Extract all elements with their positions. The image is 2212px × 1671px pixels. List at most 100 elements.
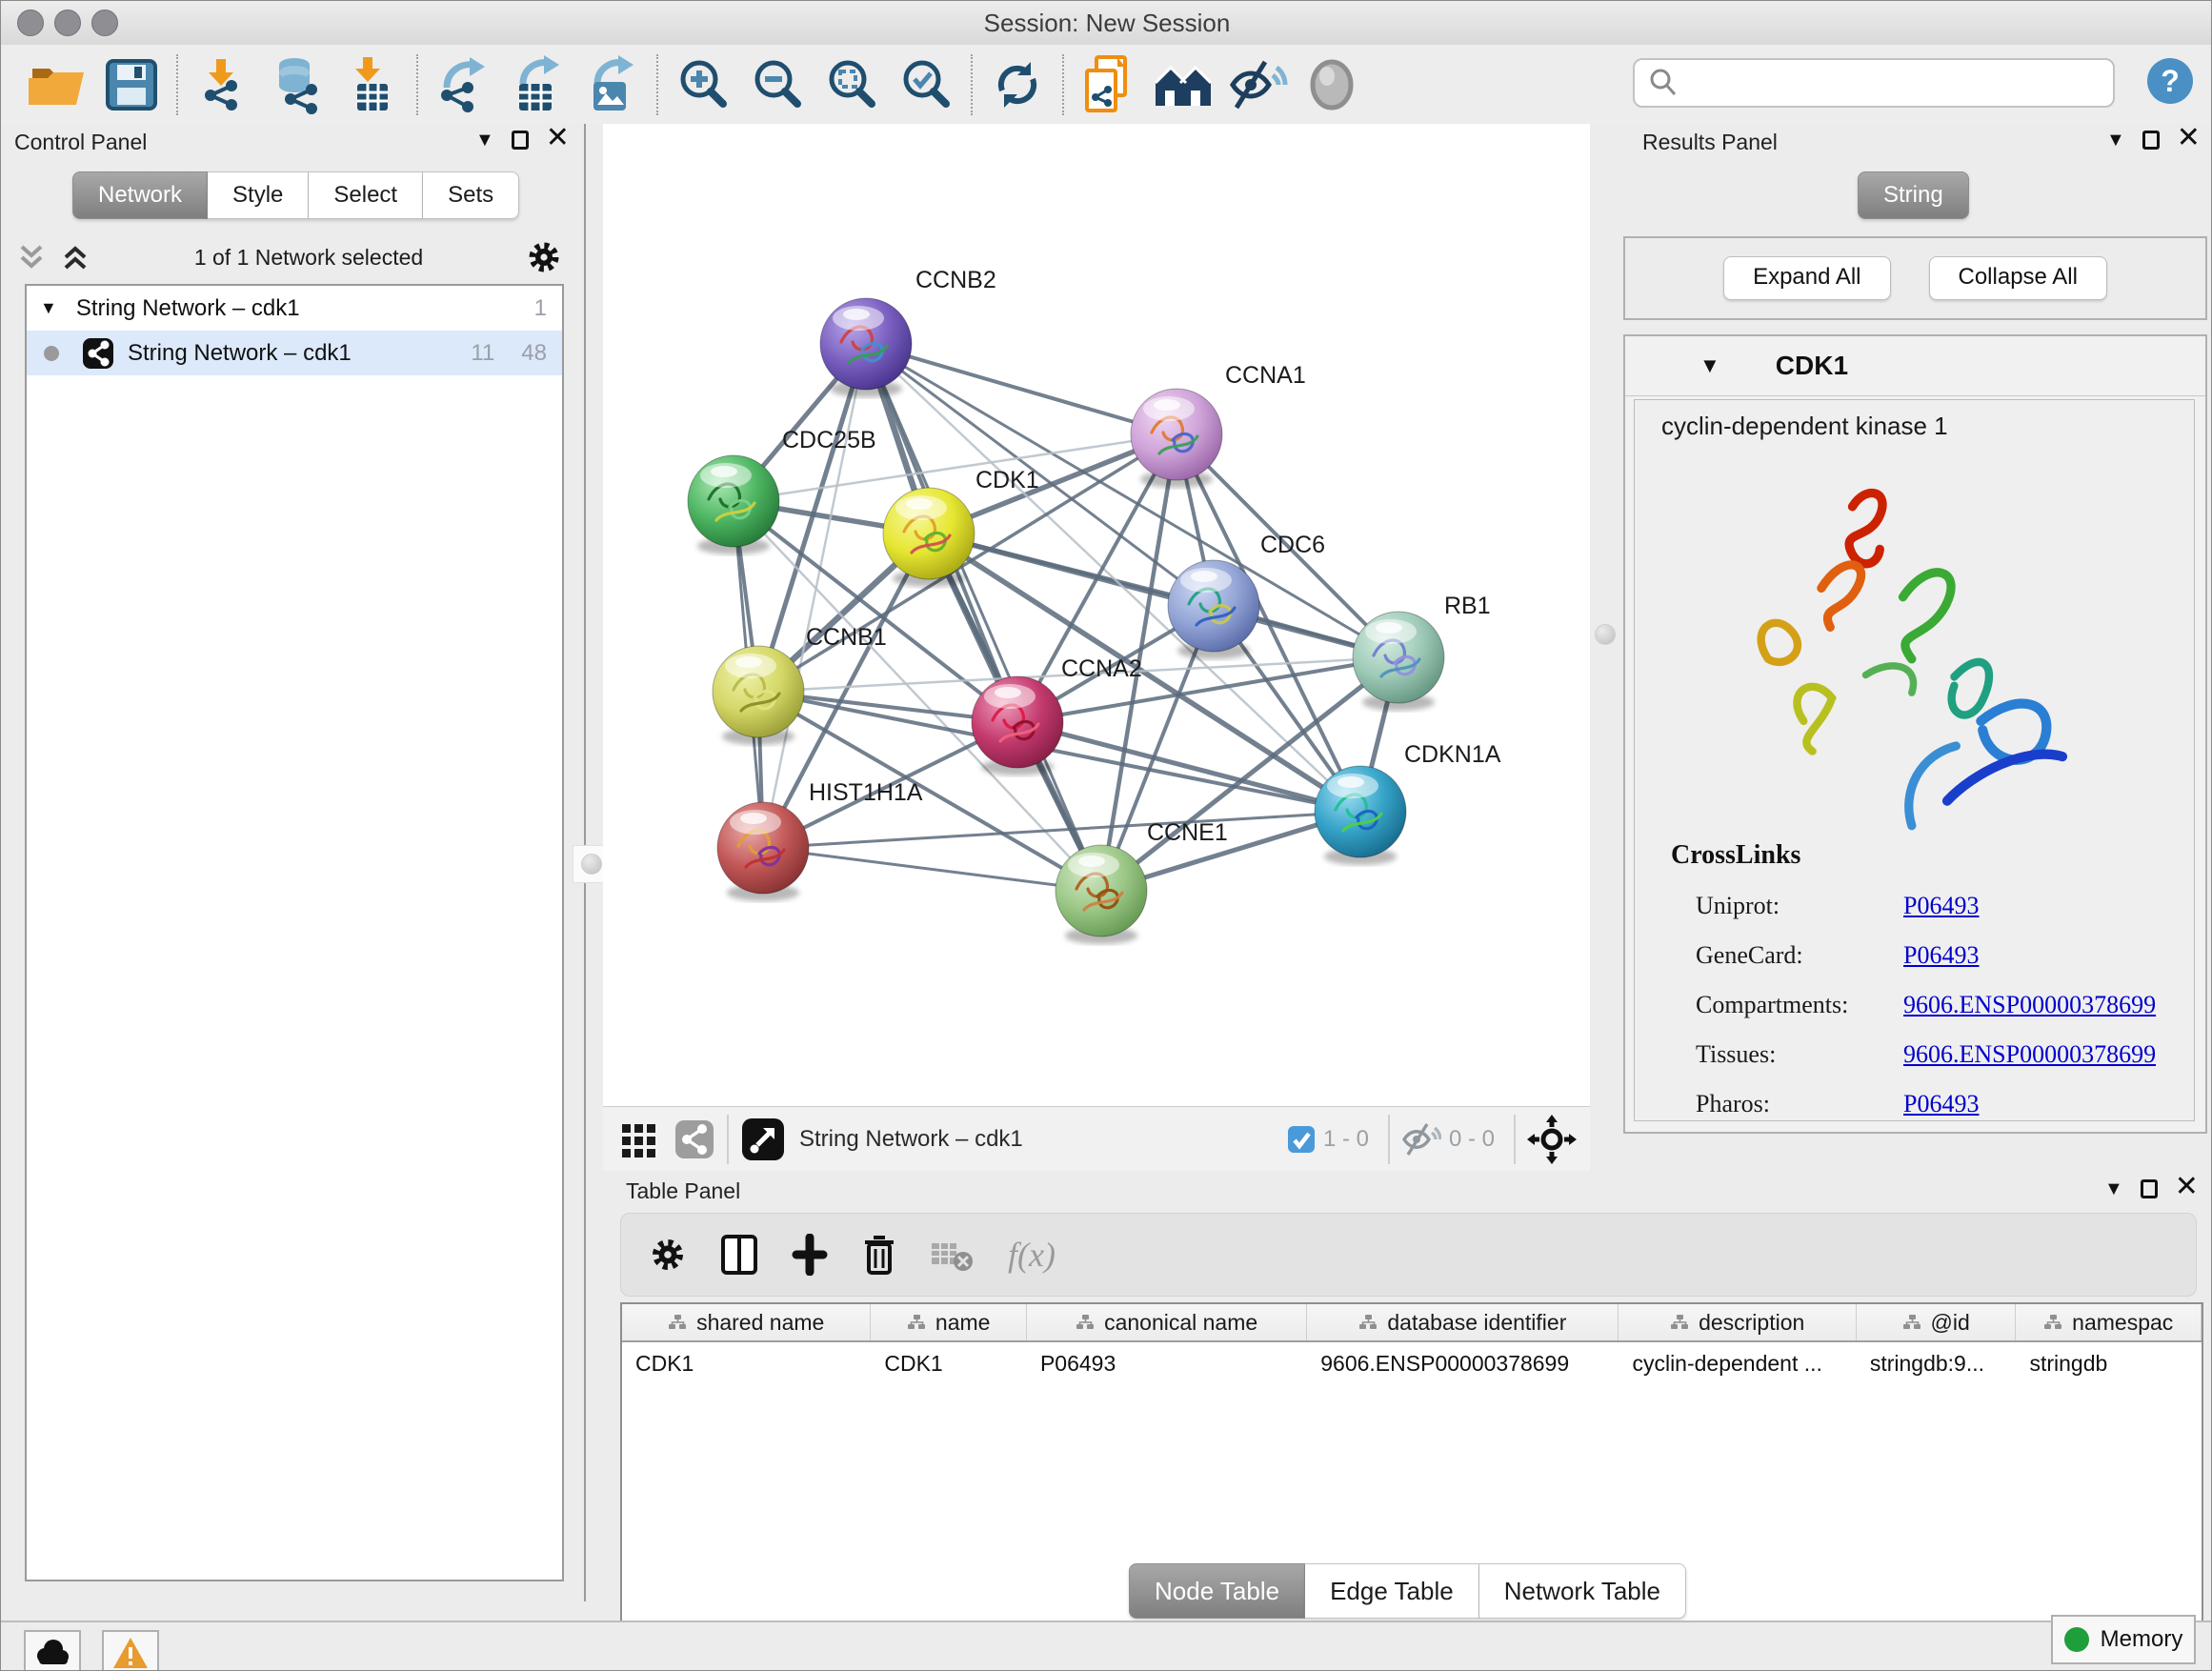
cloud-status-button[interactable] — [24, 1630, 81, 1671]
close-panel-icon[interactable]: ✕ — [2177, 124, 2201, 152]
column-header--id[interactable]: @id — [1857, 1304, 2017, 1340]
import-table-button[interactable] — [334, 51, 409, 118]
hide-selected-button[interactable] — [1220, 51, 1295, 118]
tab-string[interactable]: String — [1858, 171, 1969, 219]
export-image-button[interactable] — [574, 51, 649, 118]
crosslink-value-link[interactable]: P06493 — [1903, 941, 1979, 970]
table-cell[interactable]: P06493 — [1027, 1342, 1307, 1384]
show-column-button[interactable] — [720, 1234, 758, 1276]
edge-HIST1H1A-CCNE1[interactable] — [763, 848, 1101, 891]
collection-expand-triangle-icon[interactable]: ▼ — [40, 298, 57, 318]
float-panel-icon[interactable]: ▼ — [475, 131, 494, 150]
tab-style[interactable]: Style — [208, 171, 309, 219]
gene-name: CDK1 — [1776, 351, 1848, 381]
crosslink-value-link[interactable]: P06493 — [1903, 892, 1979, 920]
table-cell[interactable]: CDK1 — [871, 1342, 1027, 1384]
float-panel-icon[interactable]: ▼ — [2104, 1179, 2123, 1198]
create-column-button[interactable] — [791, 1234, 829, 1276]
selected-checkbox-icon[interactable] — [1287, 1125, 1316, 1154]
section-collapse-triangle-icon[interactable]: ▼ — [1699, 353, 1720, 378]
help-button[interactable]: ? — [2145, 56, 2195, 106]
network-graph[interactable]: CCNB2CCNA1CDC25BCDK1CDC6RB1CCNB1CCNA2CDK… — [603, 124, 1590, 1106]
zoom-in-button[interactable] — [666, 51, 740, 118]
edge-CCNA2-CDKN1A[interactable] — [1017, 722, 1360, 812]
fit-selected-button[interactable] — [889, 51, 963, 118]
edge-CCNB2-CCNE1[interactable] — [866, 344, 1101, 891]
function-builder-button[interactable]: f(x) — [1008, 1235, 1056, 1275]
splitter-handle-right[interactable] — [1587, 616, 1623, 653]
crosslink-row: Tissues:9606.ENSP00000378699 — [1671, 1040, 2156, 1069]
node-CCNB2[interactable]: CCNB2 — [820, 267, 996, 397]
import-network-file-button[interactable] — [186, 51, 260, 118]
expand-all-button[interactable]: Expand All — [1723, 256, 1890, 300]
tab-network-table[interactable]: Network Table — [1479, 1563, 1686, 1619]
network-row[interactable]: String Network – cdk1 11 48 — [27, 331, 562, 375]
first-neighbors-button[interactable] — [1146, 51, 1220, 118]
table-cell[interactable]: cyclin-dependent ... — [1619, 1342, 1856, 1384]
tab-node-table[interactable]: Node Table — [1129, 1563, 1305, 1619]
column-header-namespac[interactable]: namespac — [2016, 1304, 2202, 1340]
tab-sets[interactable]: Sets — [423, 171, 519, 219]
crosslink-value-link[interactable]: P06493 — [1903, 1090, 1979, 1118]
float-panel-icon[interactable]: ▼ — [2106, 131, 2125, 150]
open-session-button[interactable] — [20, 51, 94, 118]
column-header-name[interactable]: name — [871, 1304, 1027, 1340]
table-cell[interactable]: CDK1 — [622, 1342, 871, 1384]
column-header-database-identifier[interactable]: database identifier — [1307, 1304, 1619, 1340]
refresh-button[interactable] — [980, 51, 1055, 118]
expand-all-chevron-icon[interactable] — [58, 241, 92, 273]
memory-button[interactable]: Memory — [2051, 1615, 2196, 1664]
table-options-button[interactable] — [648, 1235, 688, 1275]
gene-section-header[interactable]: ▼ CDK1 — [1625, 336, 2205, 396]
tab-edge-table[interactable]: Edge Table — [1305, 1563, 1479, 1619]
close-panel-icon[interactable]: ✕ — [546, 124, 570, 152]
show-all-button[interactable] — [1295, 51, 1369, 118]
center-view-crosshair-icon[interactable] — [1527, 1115, 1577, 1164]
network-overview-icon[interactable] — [674, 1118, 715, 1160]
delete-column-button[interactable] — [861, 1233, 897, 1277]
network-options-gear-icon[interactable] — [525, 238, 563, 276]
collapse-all-button[interactable]: Collapse All — [1929, 256, 2107, 300]
maximize-panel-icon[interactable] — [512, 131, 529, 150]
zoom-out-button[interactable] — [740, 51, 814, 118]
close-panel-icon[interactable]: ✕ — [2175, 1173, 2199, 1201]
table-cell[interactable]: 9606.ENSP00000378699 — [1307, 1342, 1619, 1384]
column-header-description[interactable]: description — [1619, 1304, 1856, 1340]
grid-view-icon[interactable] — [618, 1118, 660, 1160]
network-collection-row[interactable]: ▼ String Network – cdk1 1 — [27, 286, 562, 331]
column-header-canonical-name[interactable]: canonical name — [1027, 1304, 1307, 1340]
node-CCNA1[interactable]: CCNA1 — [1131, 362, 1306, 488]
maximize-panel-icon[interactable] — [2141, 1179, 2158, 1198]
tab-network[interactable]: Network — [72, 171, 208, 219]
export-table-button[interactable] — [500, 51, 574, 118]
hidden-eye-slash-icon[interactable] — [1401, 1122, 1441, 1157]
column-header-shared-name[interactable]: shared name — [622, 1304, 871, 1340]
collapse-all-chevron-icon[interactable] — [14, 241, 49, 273]
node-CCNB1[interactable]: CCNB1 — [713, 624, 887, 745]
node-CDC6[interactable]: CDC6 — [1168, 532, 1325, 659]
edge-CCNB2-HIST1H1A[interactable] — [763, 344, 866, 848]
import-network-database-button[interactable] — [260, 51, 334, 118]
collection-label: String Network – cdk1 — [76, 295, 300, 322]
delete-table-button[interactable] — [930, 1236, 975, 1274]
node-CCNE1[interactable]: CCNE1 — [1056, 819, 1228, 944]
search-input[interactable] — [1682, 63, 2113, 103]
crosslink-value-link[interactable]: 9606.ENSP00000378699 — [1903, 1040, 2156, 1069]
save-session-button[interactable] — [94, 51, 169, 118]
fit-content-button[interactable] — [814, 51, 889, 118]
edge-CDKN1A-HIST1H1A[interactable] — [763, 812, 1360, 848]
maximize-panel-icon[interactable] — [2142, 131, 2160, 150]
crosslink-value-link[interactable]: 9606.ENSP00000378699 — [1903, 991, 2156, 1019]
tab-select[interactable]: Select — [309, 171, 423, 219]
node-RB1[interactable]: RB1 — [1353, 593, 1491, 711]
export-network-button[interactable] — [426, 51, 500, 118]
network-canvas[interactable]: CCNB2CCNA1CDC25BCDK1CDC6RB1CCNB1CCNA2CDK… — [603, 124, 1590, 1106]
node-CDKN1A[interactable]: CDKN1A — [1315, 741, 1501, 865]
detach-view-icon[interactable] — [740, 1117, 786, 1162]
table-cell[interactable]: stringdb:9... — [1857, 1342, 2017, 1384]
copy-style-button[interactable] — [1072, 51, 1146, 118]
warnings-button[interactable] — [102, 1630, 159, 1671]
footer-separator — [1388, 1115, 1390, 1164]
node-CDC25B[interactable]: CDC25B — [688, 427, 876, 554]
table-cell[interactable]: stringdb — [2016, 1342, 2202, 1384]
